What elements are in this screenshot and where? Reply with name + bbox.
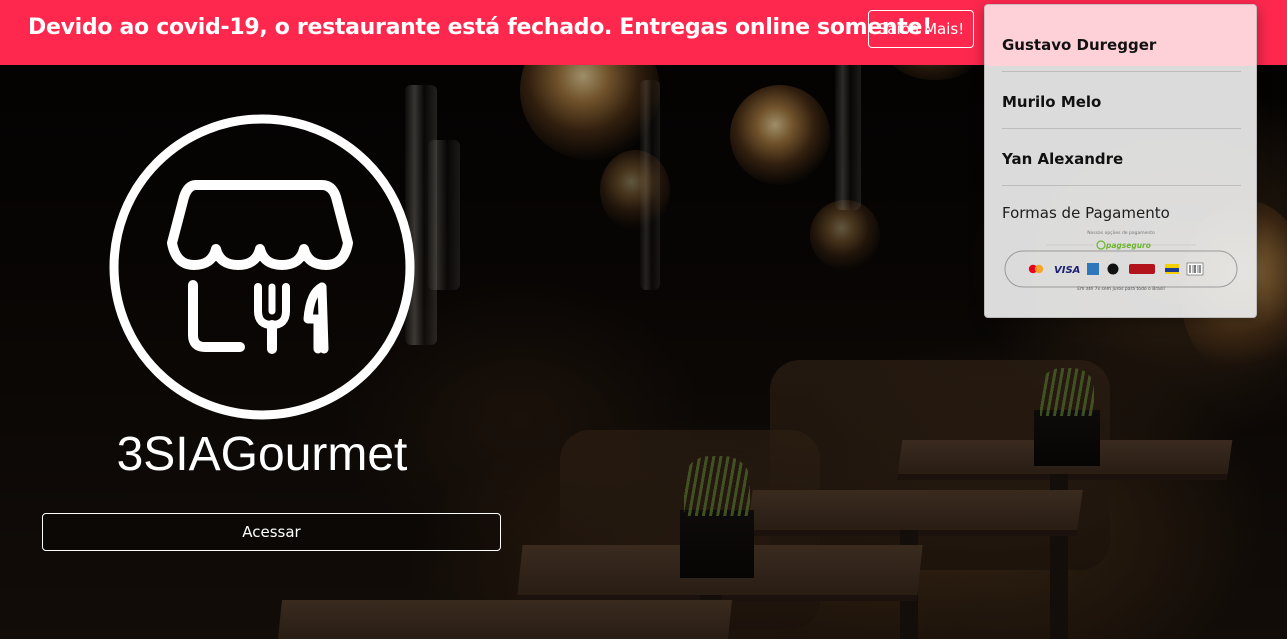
saiba-mais-button[interactable]: Saiba Mais! xyxy=(868,10,974,48)
amex-icon xyxy=(1087,263,1099,275)
team-dropdown-menu: Gustavo Duregger Murilo Melo Yan Alexand… xyxy=(984,4,1257,318)
menu-divider xyxy=(1002,71,1241,72)
menu-item-yan[interactable]: Yan Alexandre xyxy=(1002,150,1241,168)
hipercard-icon xyxy=(1129,264,1155,274)
visa-icon: VISA xyxy=(1054,265,1080,276)
banner-message: Devido ao covid-19, o restaurante está f… xyxy=(28,15,932,40)
mastercard-icon xyxy=(1028,264,1044,274)
menu-item-murilo[interactable]: Murilo Melo xyxy=(1002,93,1241,111)
pagseguro-logo: pagseguro xyxy=(1096,240,1151,250)
menu-divider xyxy=(1002,128,1241,129)
svg-text:Em até 7x sem juros para todo: Em até 7x sem juros para todo o Brasil xyxy=(1077,285,1165,292)
svg-text:pagseguro: pagseguro xyxy=(1105,241,1151,250)
boleto-icon xyxy=(1186,262,1204,276)
menu-item-gustavo[interactable]: Gustavo Duregger xyxy=(1002,36,1241,54)
payment-methods-heading: Formas de Pagamento xyxy=(1002,204,1170,222)
menu-divider xyxy=(1002,185,1241,186)
elo-icon xyxy=(1107,263,1119,275)
brand-name: 3SIAGourmet xyxy=(116,428,408,481)
payment-methods-image: Nossas opções de pagamento pagseguro VIS… xyxy=(1004,230,1238,292)
store-cutlery-icon xyxy=(109,114,415,420)
bank-transfer-icon xyxy=(1165,264,1179,274)
svg-text:Nossas opções de pagamento: Nossas opções de pagamento xyxy=(1087,230,1155,236)
acessar-button[interactable]: Acessar xyxy=(42,513,501,551)
